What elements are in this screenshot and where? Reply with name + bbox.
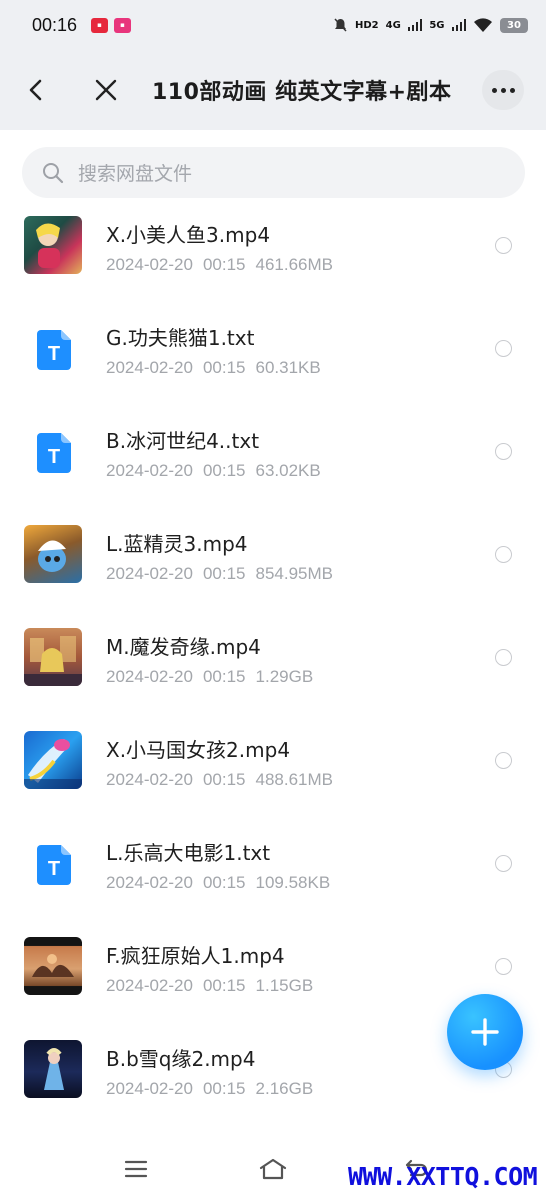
video-thumbnail [24, 731, 82, 789]
search-icon [43, 162, 64, 183]
status-time: 00:16 [32, 14, 78, 35]
select-radio[interactable] [495, 752, 512, 769]
list-item[interactable]: T G.功夫熊猫1.txt 2024-02-20 00:15 60.31KB [0, 303, 546, 406]
file-meta: 2024-02-20 00:15 1.15GB [106, 976, 314, 995]
signal-icon [407, 19, 423, 31]
status-indicators: HD2 4G 5G 30 [333, 17, 528, 33]
video-thumbnail [24, 1040, 82, 1098]
file-meta: 2024-02-20 00:15 854.95MB [106, 564, 334, 583]
file-meta: 2024-02-20 00:15 109.58KB [106, 873, 331, 892]
hd-indicator: HD2 [355, 19, 379, 31]
page-title: 110部动画 纯英文字幕+剧本 [152, 80, 452, 105]
list-item[interactable]: X.小马国女孩2.mp4 2024-02-20 00:15 488.61MB [0, 715, 546, 818]
wifi-icon [474, 17, 492, 32]
menu-icon [124, 1160, 148, 1178]
file-meta: 2024-02-20 00:15 1.29GB [106, 667, 314, 686]
back-arrow-icon [29, 79, 42, 101]
file-name: M.魔发奇缘.mp4 [106, 635, 261, 659]
select-radio[interactable] [495, 649, 512, 666]
video-thumbnail [24, 937, 82, 995]
signal-icon [451, 19, 466, 31]
network-5g: 5G [429, 19, 445, 31]
file-list: X.小美人鱼3.mp4 2024-02-20 00:15 461.66MB T G.… [0, 200, 546, 1127]
home-icon [259, 1158, 287, 1180]
list-item[interactable]: L.蓝精灵3.mp4 2024-02-20 00:15 854.95MB [0, 509, 546, 612]
file-name: B.冰河世纪4..txt [106, 429, 260, 453]
file-name: X.小马国女孩2.mp4 [106, 738, 291, 762]
list-item[interactable]: X.小美人鱼3.mp4 2024-02-20 00:15 461.66MB [0, 200, 546, 303]
battery-icon: 30 [500, 17, 528, 33]
select-radio[interactable] [495, 546, 512, 563]
select-radio[interactable] [495, 237, 512, 254]
file-meta: 2024-02-20 00:15 488.61MB [106, 770, 334, 789]
file-name: F.疯狂原始人1.mp4 [106, 944, 285, 968]
select-radio[interactable] [495, 340, 512, 357]
watermark-text: WWW.XXTTQ.COM [348, 1162, 538, 1191]
app-notification-icon: ▪ [91, 17, 109, 33]
app-notification-icon: ▪ [114, 17, 132, 33]
file-name: G.功夫熊猫1.txt [106, 326, 255, 350]
video-thumbnail [24, 628, 82, 686]
file-meta: 2024-02-20 00:15 60.31KB [106, 358, 321, 377]
more-button[interactable] [482, 70, 524, 110]
svg-text:T: T [48, 343, 60, 365]
plus-icon [471, 1018, 499, 1046]
file-name: X.小美人鱼3.mp4 [106, 223, 271, 247]
add-button[interactable] [447, 994, 523, 1070]
file-meta: 2024-02-20 00:15 63.02KB [106, 461, 321, 480]
menu-button[interactable] [118, 1154, 154, 1184]
close-button[interactable] [86, 70, 126, 110]
header: 110部动画 纯英文字幕+剧本 [0, 50, 546, 130]
select-radio[interactable] [495, 855, 512, 872]
list-item[interactable]: T L.乐高大电影1.txt 2024-02-20 00:15 109.58KB [0, 818, 546, 921]
select-radio[interactable] [495, 958, 512, 975]
close-icon [95, 79, 117, 101]
txt-file-icon: T [37, 433, 71, 477]
list-item[interactable]: M.魔发奇缘.mp4 2024-02-20 00:15 1.29GB [0, 612, 546, 715]
video-thumbnail [24, 216, 82, 274]
txt-file-icon: T [37, 845, 71, 889]
select-radio[interactable] [495, 443, 512, 460]
back-button[interactable] [16, 70, 56, 110]
network-4g: 4G [385, 19, 401, 31]
home-button[interactable] [255, 1154, 291, 1184]
search-placeholder: 搜索网盘文件 [78, 163, 193, 185]
search-input[interactable]: 搜索网盘文件 [22, 147, 525, 198]
more-dots-icon [491, 87, 497, 93]
file-name: L.蓝精灵3.mp4 [106, 532, 248, 556]
file-meta: 2024-02-20 00:15 2.16GB [106, 1079, 314, 1098]
mute-bell-icon [334, 18, 347, 32]
file-name: B.b雪q缘2.mp4 [106, 1047, 256, 1071]
status-bar: 00:16 ▪ ▪ HD2 4G 5G 30 [0, 0, 546, 50]
file-name: L.乐高大电影1.txt [106, 841, 271, 865]
svg-text:T: T [48, 858, 60, 880]
video-thumbnail [24, 525, 82, 583]
file-meta: 2024-02-20 00:15 461.66MB [106, 255, 334, 274]
list-item[interactable]: T B.冰河世纪4..txt 2024-02-20 00:15 63.02KB [0, 406, 546, 509]
txt-file-icon: T [37, 330, 71, 374]
svg-text:T: T [48, 446, 60, 468]
